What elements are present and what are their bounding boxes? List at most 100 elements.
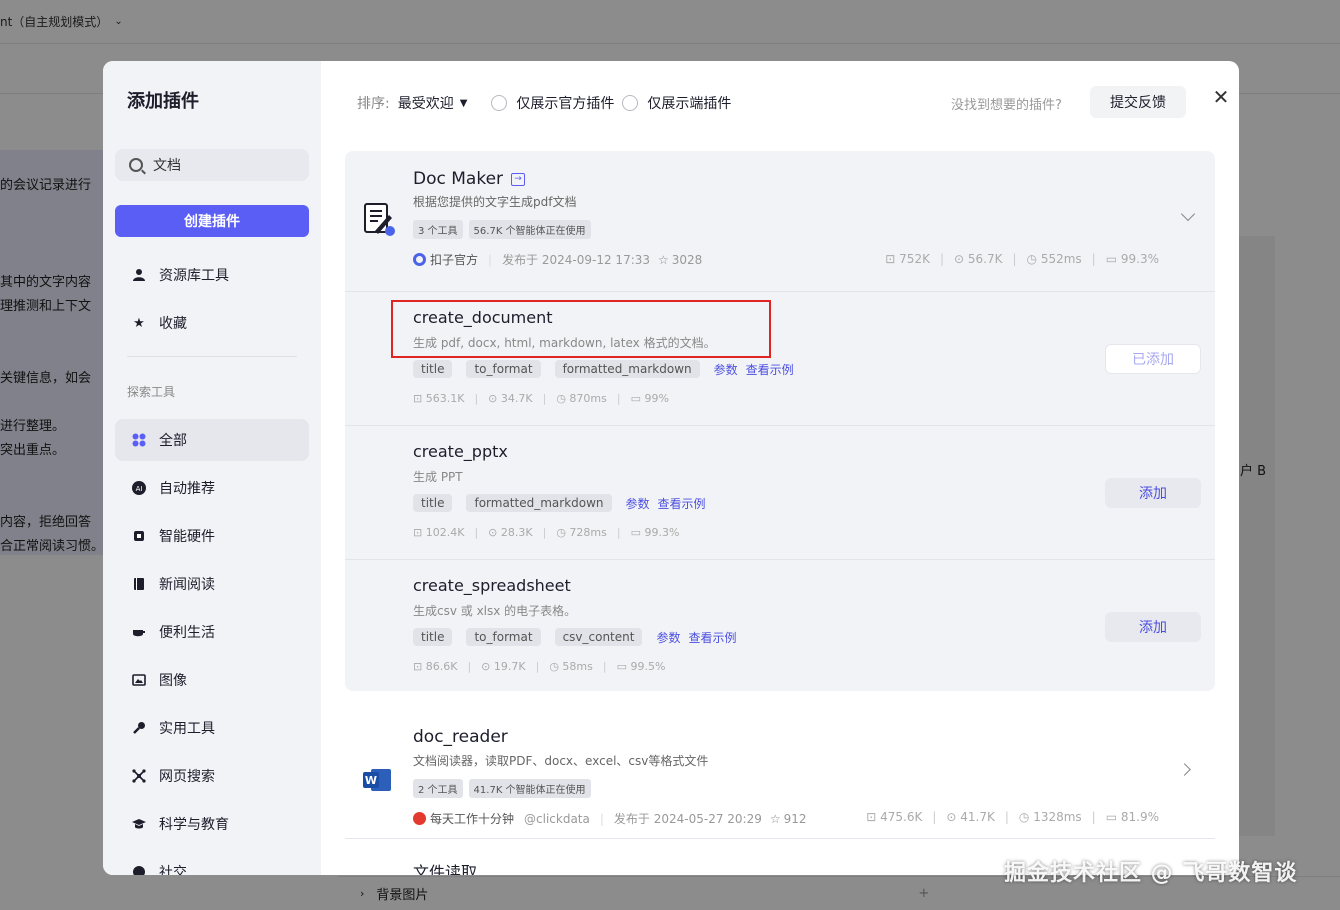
sort-select[interactable]: 最受欢迎 — [398, 93, 454, 113]
bots-stat: ⊙ 28.3K — [488, 526, 533, 539]
close-icon[interactable]: ✕ — [1209, 85, 1233, 109]
sidebar-item-label: 智能硬件 — [159, 529, 215, 545]
success-rate-stat: ▭ 99% — [630, 392, 669, 405]
user-icon — [131, 267, 147, 283]
modal-title: 添加插件 — [127, 91, 199, 112]
sidebar-item-label: 全部 — [159, 433, 187, 449]
plugin-description: 根据您提供的文字生成pdf文档 — [413, 195, 577, 209]
sidebar-item-science-education[interactable]: 科学与教育 — [115, 803, 309, 845]
tool-params: title to_format formatted_markdown 参数 查看… — [413, 360, 794, 378]
param-tag: to_format — [466, 360, 541, 378]
tool-description: 生成 pdf, docx, html, markdown, latex 格式的文… — [413, 336, 716, 350]
tool-name: create_document — [413, 308, 553, 327]
add-button[interactable]: 添加 — [1105, 612, 1201, 642]
sidebar-item-label: 资源库工具 — [159, 268, 229, 284]
image-icon — [131, 672, 147, 688]
tool-name: create_spreadsheet — [413, 576, 571, 595]
bots-stat: ⊙ 41.7K — [946, 810, 995, 824]
external-link-icon[interactable]: → — [511, 172, 526, 186]
calls-stat: ⊡ 102.4K — [413, 526, 465, 539]
search-box[interactable] — [115, 149, 309, 181]
svg-text:AI: AI — [136, 485, 143, 493]
view-example-link[interactable]: 查看示例 — [688, 629, 736, 646]
network-icon — [131, 768, 147, 784]
separator: | — [599, 811, 604, 826]
submit-feedback-button[interactable]: 提交反馈 — [1090, 86, 1186, 118]
tool-stats: ⊡ 86.6K | ⊙ 19.7K | ◷ 58ms | ▭ 99.5% — [413, 660, 666, 673]
graduation-cap-icon — [131, 816, 147, 832]
view-example-link[interactable]: 查看示例 — [658, 495, 706, 512]
chip-icon — [131, 528, 147, 544]
plugin-card-doc-reader[interactable]: W doc_reader 文档阅读器，读取PDF、docx、excel、csv等… — [345, 711, 1215, 839]
chevron-down-icon[interactable] — [1180, 206, 1196, 222]
modal-sidebar: 添加插件 创建插件 资源库工具 ★ 收藏 探索工具 全部 AI 自动推荐 — [103, 61, 321, 875]
grid-icon — [131, 432, 147, 448]
sidebar-item-web-search[interactable]: 网页搜索 — [115, 755, 309, 797]
sidebar-item-image[interactable]: 图像 — [115, 659, 309, 701]
success-rate-stat: ▭ 81.9% — [1105, 810, 1159, 824]
sidebar-item-utility[interactable]: 实用工具 — [115, 707, 309, 749]
tool-description: 生成csv 或 xlsx 的电子表格。 — [413, 604, 577, 618]
separator: | — [488, 252, 493, 267]
plugin-name[interactable]: doc_reader — [413, 727, 508, 747]
calls-stat: ⊡ 752K — [885, 252, 930, 266]
params-link[interactable]: 参数 — [656, 629, 680, 646]
publisher-handle: @clickdata — [524, 811, 590, 826]
publisher-name: 扣子官方 — [430, 253, 479, 267]
plugin-header[interactable]: Doc Maker → 根据您提供的文字生成pdf文档 3 个工具 56.7K … — [345, 151, 1215, 291]
search-input[interactable] — [153, 157, 293, 173]
plugin-tags: 3 个工具 56.7K 个智能体正在使用 — [413, 220, 591, 239]
usage-tag: 41.7K 个智能体正在使用 — [468, 779, 591, 798]
sidebar-item-label: 实用工具 — [159, 721, 215, 737]
plugin-meta: 每天工作十分钟 @clickdata | 发布于 2024-05-27 20:2… — [413, 810, 807, 827]
bots-stat: ⊙ 19.7K — [481, 660, 526, 673]
sidebar-item-auto-recommend[interactable]: AI 自动推荐 — [115, 467, 309, 509]
tool-params: title formatted_markdown 参数 查看示例 — [413, 494, 706, 512]
official-only-radio[interactable] — [491, 95, 508, 111]
success-rate-stat: ▭ 99.3% — [630, 526, 680, 539]
params-link[interactable]: 参数 — [714, 361, 738, 378]
param-tag: formatted_markdown — [466, 494, 612, 512]
sidebar-item-label: 收藏 — [159, 316, 187, 332]
param-tag: title — [413, 494, 453, 512]
sidebar-item-label: 自动推荐 — [159, 481, 215, 497]
sidebar-item-social[interactable]: 社交 — [115, 851, 309, 875]
sidebar-item-label: 科学与教育 — [159, 817, 229, 833]
plugin-card-doc-maker: Doc Maker → 根据您提供的文字生成pdf文档 3 个工具 56.7K … — [345, 151, 1215, 691]
sidebar-item-all[interactable]: 全部 — [115, 419, 309, 461]
sidebar-divider — [127, 356, 297, 357]
view-example-link[interactable]: 查看示例 — [746, 361, 794, 378]
tool-row-create-document: create_document 生成 pdf, docx, html, mark… — [345, 291, 1215, 425]
success-rate-stat: ▭ 99.5% — [616, 660, 666, 673]
plugin-name-text: doc_reader — [413, 727, 508, 747]
sidebar-item-favorites[interactable]: ★ 收藏 — [115, 302, 309, 344]
ai-icon: AI — [131, 480, 147, 496]
usage-tag: 56.7K 个智能体正在使用 — [468, 220, 591, 239]
plugin-description: 文档阅读器，读取PDF、docx、excel、csv等格式文件 — [413, 754, 709, 768]
sidebar-item-lifestyle[interactable]: 便利生活 — [115, 611, 309, 653]
star-outline-icon: ☆ — [769, 811, 781, 826]
tool-count-tag: 3 个工具 — [413, 220, 463, 239]
params-link[interactable]: 参数 — [626, 495, 650, 512]
add-plugin-modal: 添加插件 创建插件 资源库工具 ★ 收藏 探索工具 全部 AI 自动推荐 — [103, 61, 1239, 875]
param-tag: csv_content — [554, 628, 643, 646]
plugin-name[interactable]: 文件读取 — [413, 859, 477, 875]
plugin-stats: ⊡ 475.6K | ⊙ 41.7K | ◷ 1328ms | ▭ 81.9% — [866, 810, 1159, 824]
create-plugin-button[interactable]: 创建插件 — [115, 205, 309, 237]
tool-stats: ⊡ 102.4K | ⊙ 28.3K | ◷ 728ms | ▭ 99.3% — [413, 526, 680, 539]
sidebar-item-library-tools[interactable]: 资源库工具 — [115, 254, 309, 296]
added-button[interactable]: 已添加 — [1105, 344, 1201, 374]
client-only-radio[interactable] — [622, 95, 639, 111]
plugin-stats: ⊡ 752K | ⊙ 56.7K | ◷ 552ms | ▭ 99.3% — [885, 252, 1159, 266]
sidebar-item-smart-hardware[interactable]: 智能硬件 — [115, 515, 309, 557]
social-icon — [131, 864, 147, 875]
doc-maker-logo-icon — [364, 203, 395, 236]
sidebar-item-news[interactable]: 新闻阅读 — [115, 563, 309, 605]
add-button[interactable]: 添加 — [1105, 478, 1201, 508]
chevron-right-icon[interactable] — [1178, 763, 1191, 776]
official-only-label[interactable]: 仅展示官方插件 — [516, 93, 614, 113]
client-only-label[interactable]: 仅展示端插件 — [647, 93, 731, 113]
plugin-name[interactable]: Doc Maker → — [413, 169, 526, 189]
param-tag: to_format — [466, 628, 541, 646]
caret-down-icon[interactable]: ▼ — [460, 98, 468, 109]
